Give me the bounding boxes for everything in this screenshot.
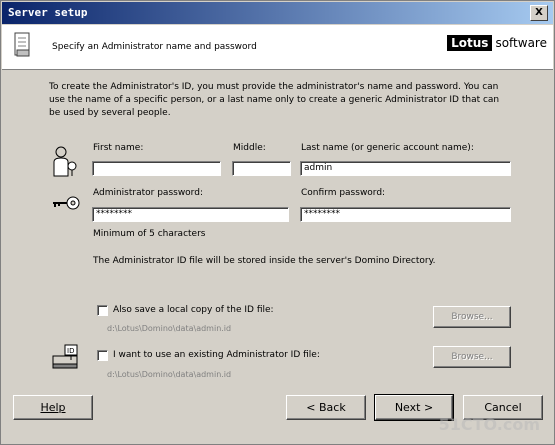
page-subtitle: Specify an Administrator name and passwo… xyxy=(52,42,257,52)
person-icon xyxy=(51,146,79,181)
title-bar: Server setup X xyxy=(2,2,553,24)
help-button[interactable]: Help xyxy=(13,395,93,420)
svg-text:ID: ID xyxy=(67,347,74,355)
header-panel: Specify an Administrator name and passwo… xyxy=(2,25,553,70)
admin-password-label: Administrator password: xyxy=(93,188,203,198)
brand-lotus: Lotus xyxy=(447,35,493,51)
existing-id-path: d:\Lotus\Domino\data\admin.id xyxy=(107,370,232,379)
local-copy-checkbox[interactable] xyxy=(97,305,108,316)
intro-text: To create the Administrator's ID, you mu… xyxy=(49,82,500,118)
admin-password-field[interactable]: ******** xyxy=(92,207,289,222)
close-button[interactable]: X xyxy=(530,5,548,21)
middle-name-label: Middle: xyxy=(233,143,266,153)
local-copy-browse-button[interactable]: Browse... xyxy=(433,306,511,328)
local-copy-path: d:\Lotus\Domino\data\admin.id xyxy=(107,324,232,333)
brand-logo: Lotus software xyxy=(447,35,547,51)
local-copy-label: Also save a local copy of the ID file: xyxy=(113,305,274,315)
id-card-icon: ID xyxy=(51,344,81,373)
document-icon xyxy=(14,32,32,61)
key-icon xyxy=(51,194,81,215)
server-setup-window: Server setup X Specify an Administrator … xyxy=(0,0,555,445)
last-name-field[interactable]: admin xyxy=(300,161,511,176)
first-name-field[interactable] xyxy=(92,161,221,176)
middle-name-field[interactable] xyxy=(232,161,291,176)
confirm-password-label: Confirm password: xyxy=(301,188,386,198)
storage-note: The Administrator ID file will be stored… xyxy=(93,256,436,266)
last-name-label: Last name (or generic account name): xyxy=(301,143,474,153)
existing-id-checkbox[interactable] xyxy=(97,350,108,361)
help-button-label: Help xyxy=(40,401,66,414)
confirm-password-field[interactable]: ******** xyxy=(300,207,511,222)
first-name-label: First name: xyxy=(93,143,144,153)
back-button[interactable]: < Back xyxy=(286,395,366,420)
window-title: Server setup xyxy=(8,6,88,19)
existing-id-label: I want to use an existing Administrator … xyxy=(113,350,320,360)
password-hint: Minimum of 5 characters xyxy=(93,229,206,239)
watermark: 51CTO.com xyxy=(438,415,540,434)
existing-id-browse-button[interactable]: Browse... xyxy=(433,346,511,368)
brand-software: software xyxy=(495,36,547,50)
